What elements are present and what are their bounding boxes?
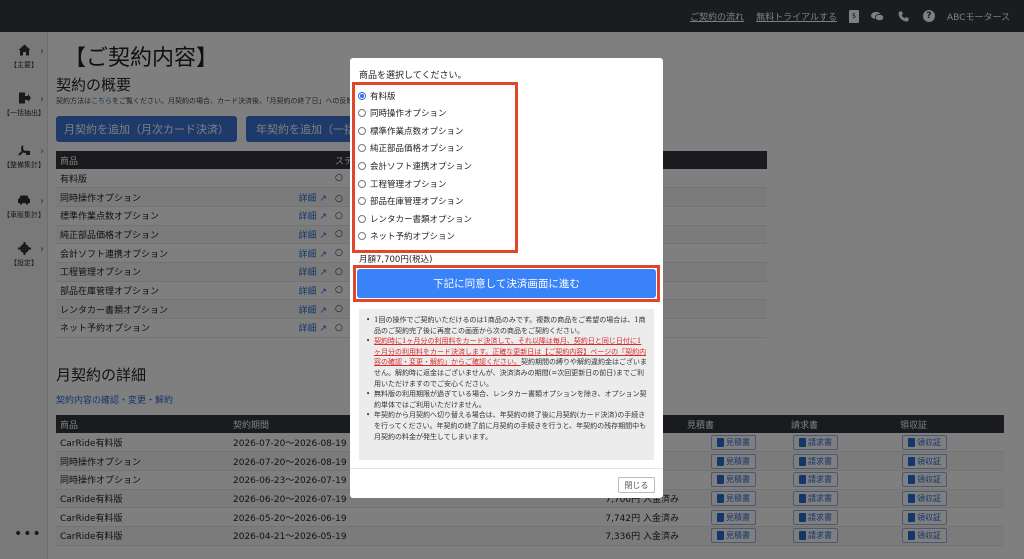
terms-box: 1回の操作でご契約いただけるのは1商品のみです。複数の商品をご希望の場合は、1商…	[359, 309, 654, 460]
option-label: 純正部品価格オプション	[370, 144, 464, 155]
product-option[interactable]: 同時操作オプション	[358, 105, 447, 122]
radio-button[interactable]	[358, 91, 366, 100]
modal-divider	[350, 468, 663, 469]
product-option[interactable]: 純正部品価格オプション	[358, 140, 464, 157]
product-option[interactable]: 部品在庫管理オプション	[358, 193, 464, 210]
option-label: レンタカー書類オプション	[370, 214, 473, 225]
product-select-modal: 商品を選択してください。 有料版同時操作オプション標準作業点数オプション 純正部品…	[350, 58, 663, 498]
terms-item: 無料版の利用期限が過ぎている場合、レンタカー書類オプションを除き、オプション契約…	[365, 389, 648, 410]
agree-and-proceed-button[interactable]: 下記に同意して決済画面に進む	[357, 269, 656, 298]
terms-item: 年契約から月契約へ切り替える場合は、年契約の終了後に月契約(カード決済)の手続き…	[365, 410, 648, 442]
product-option[interactable]: レンタカー書類オプション	[358, 210, 472, 227]
option-label: 標準作業点数オプション	[370, 126, 464, 137]
product-option[interactable]: 有料版	[358, 87, 396, 104]
option-label: 工程管理オプション	[370, 179, 447, 190]
modal-prompt: 商品を選択してください。	[359, 71, 467, 81]
radio-button[interactable]	[358, 214, 366, 223]
radio-button[interactable]	[358, 179, 366, 188]
option-label: 同時操作オプション	[370, 109, 447, 120]
terms-text: 1回の操作でご契約いただけるのは1商品のみです。複数の商品をご希望の場合は、1商…	[374, 316, 646, 335]
terms-text: 無料版の利用期限が過ぎている場合、レンタカー書類オプションを除き、オプション契約…	[374, 390, 647, 409]
product-option[interactable]: 工程管理オプション	[358, 175, 447, 192]
radio-button[interactable]	[358, 126, 366, 135]
product-option[interactable]: ネット予約オプション	[358, 228, 455, 245]
radio-button[interactable]	[358, 144, 366, 153]
terms-item: 契約時に1ヶ月分の利用料をカード決済して、それ以降は毎月、契約日と同じ日付に1ヶ…	[365, 336, 648, 389]
option-label: ネット予約オプション	[370, 232, 456, 243]
radio-button[interactable]	[358, 232, 366, 241]
radio-button[interactable]	[358, 161, 366, 170]
product-option[interactable]: 会計ソフト連携オプション	[358, 157, 472, 174]
terms-text: 年契約から月契約へ切り替える場合は、年契約の終了後に月契約(カード決済)の手続き…	[374, 411, 647, 441]
radio-button[interactable]	[358, 109, 366, 118]
option-label: 部品在庫管理オプション	[370, 197, 464, 208]
product-option[interactable]: 標準作業点数オプション	[358, 122, 464, 139]
price-label: 月額7,700円(税込)	[359, 255, 433, 265]
terms-item: 1回の操作でご契約いただけるのは1商品のみです。複数の商品をご希望の場合は、1商…	[365, 315, 648, 336]
close-button[interactable]: 閉じる	[618, 477, 655, 493]
option-label: 有料版	[370, 91, 396, 102]
radio-button[interactable]	[358, 197, 366, 206]
option-label: 会計ソフト連携オプション	[370, 161, 473, 172]
